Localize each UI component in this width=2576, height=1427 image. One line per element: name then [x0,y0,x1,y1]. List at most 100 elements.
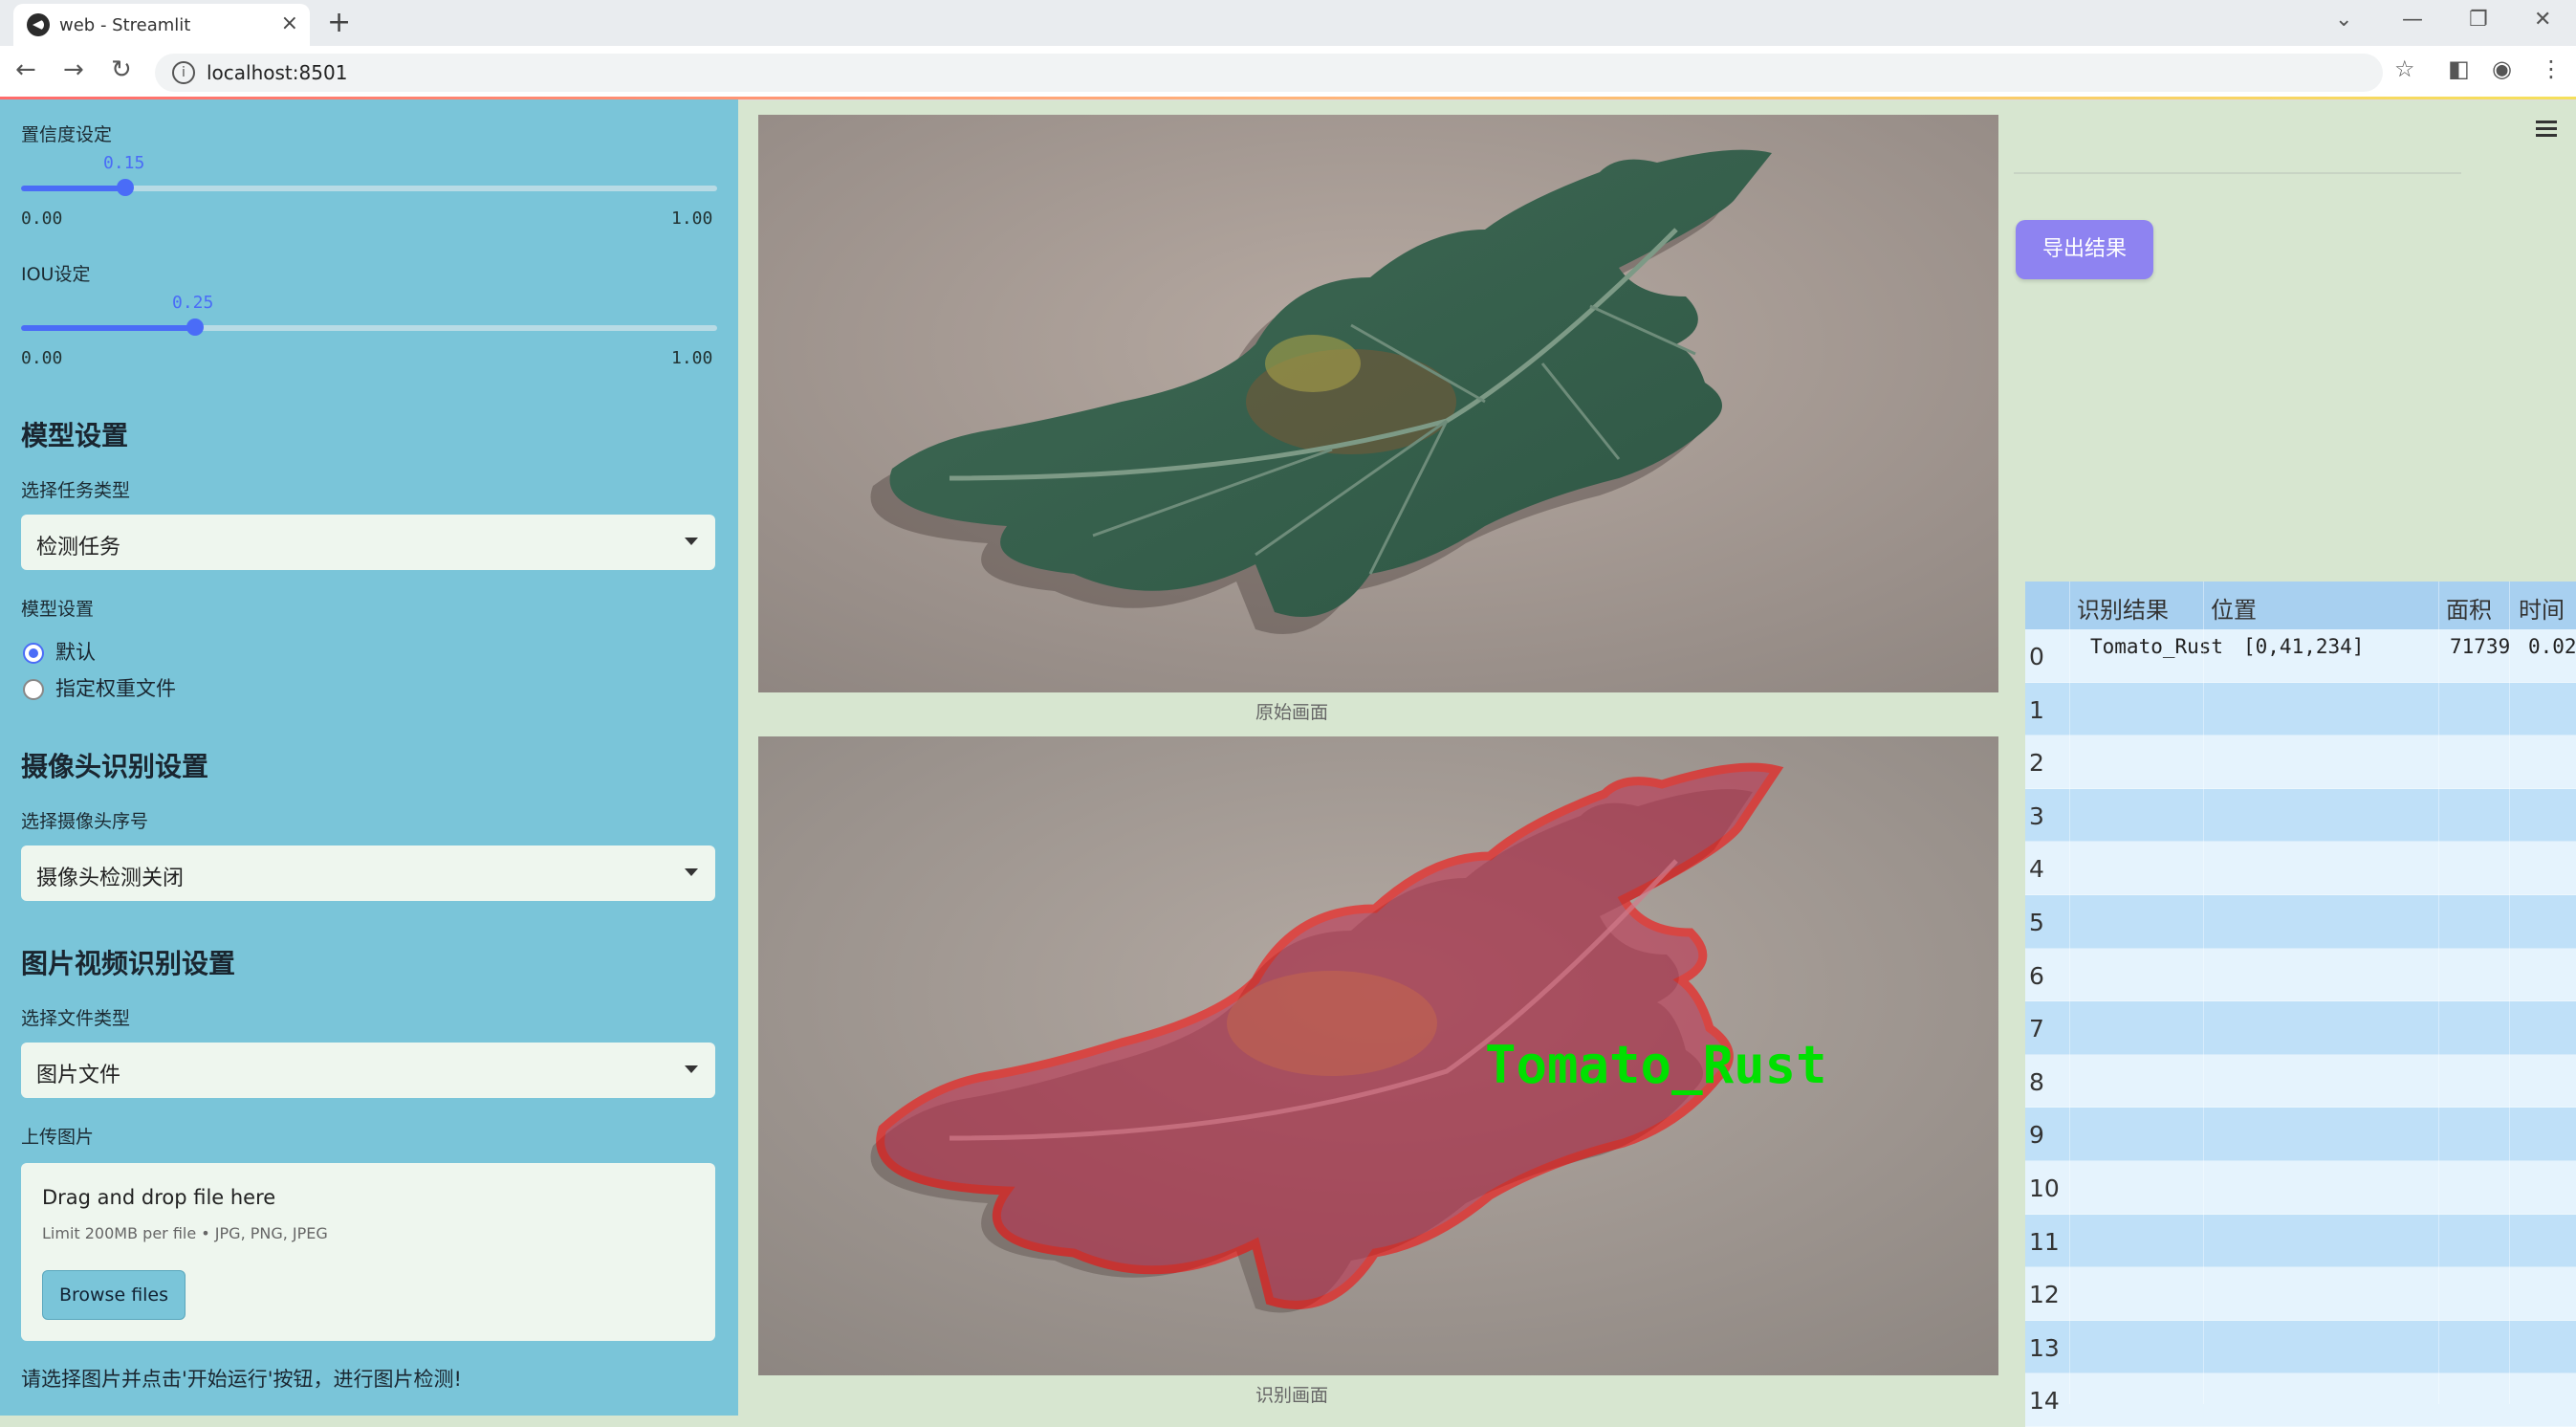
header-area[interactable]: 面积 [2446,591,2492,625]
sidebar: 置信度设定 0.15 0.00 1.00 IOU设定 0.25 0.00 1.0… [0,99,738,1416]
minimize-icon[interactable]: — [2402,8,2423,32]
table-row[interactable]: 8 [2025,1054,2576,1109]
table-row[interactable]: 7 [2025,1001,2576,1055]
header-time[interactable]: 时间 [2519,591,2565,625]
row-index: 10 [2029,1174,2060,1202]
leaf-original-picture [758,115,1998,692]
row-index: 13 [2029,1333,2060,1362]
table-row[interactable]: 5 [2025,894,2576,949]
chevron-down-icon [685,538,698,545]
radio-weight-file[interactable]: 指定权重文件 [23,673,176,702]
file-dropzone[interactable]: Drag and drop file here Limit 200MB per … [21,1163,715,1341]
radio-weight-file-label: 指定权重文件 [55,677,176,700]
row-index: 4 [2029,855,2044,884]
confidence-slider-thumb[interactable] [117,179,135,196]
column-divider [2509,582,2510,1404]
result-image: Tomato_Rust [758,736,1998,1375]
iou-value: 0.25 [172,293,214,313]
side-panel-icon[interactable]: ◧ [2448,55,2470,82]
iou-min: 0.00 [21,348,63,368]
iou-slider-thumb[interactable] [186,318,204,336]
table-row[interactable]: 11 [2025,1214,2576,1268]
table-row[interactable]: 1 [2025,682,2576,736]
back-icon[interactable]: ← [15,55,36,84]
table-row[interactable]: 9 [2025,1108,2576,1161]
table-row[interactable]: 12 [2025,1267,2576,1321]
main-menu-icon[interactable] [2536,121,2557,141]
confidence-slider-fill [21,186,126,191]
media-section-title: 图片视频识别设置 [21,948,236,979]
reload-icon[interactable]: ↻ [111,55,132,84]
profile-icon[interactable]: ◉ [2492,55,2512,82]
table-row[interactable]: 0 Tomato_Rust [0,41,234] 71739 0.02 [2025,629,2576,683]
file-type-select[interactable]: 图片文件 [21,1043,715,1098]
divider [2014,172,2461,174]
table-row[interactable]: 4 [2025,842,2576,895]
radio-default-label: 默认 [55,641,96,664]
radio-selected-icon[interactable] [23,643,44,664]
file-type-value: 图片文件 [36,1064,121,1087]
original-image [758,115,1998,692]
radio-default[interactable]: 默认 [23,637,96,666]
results-table: 识别结果 位置 面积 时间 0 Tomato_Rust [0,41,234] 7173… [2025,582,2576,1427]
column-divider [2438,582,2439,1404]
task-type-label: 选择任务类型 [21,480,131,501]
iou-slider[interactable] [21,318,717,336]
detection-label: Tomato_Rust [1485,1035,1827,1095]
iou-label: IOU设定 [21,264,91,285]
row-index: 0 [2029,643,2044,670]
camera-select[interactable]: 摄像头检测关闭 [21,845,715,901]
confidence-min: 0.00 [21,209,63,229]
row-index: 1 [2029,695,2044,724]
radio-unselected-icon[interactable] [23,679,44,700]
tab-search-icon[interactable]: ⌄ [2335,8,2352,32]
browser-tab[interactable]: web - Streamlit × [13,4,310,46]
row-index: 7 [2029,1015,2044,1043]
restore-icon[interactable]: ❐ [2469,8,2488,32]
row-index: 3 [2029,801,2044,830]
row-index: 2 [2029,749,2044,778]
chevron-down-icon [685,868,698,876]
bookmark-star-icon[interactable]: ☆ [2394,55,2415,82]
table-row[interactable]: 13 [2025,1320,2576,1374]
row-index: 6 [2029,961,2044,990]
iou-slider-fill [21,325,195,331]
confidence-slider[interactable] [21,179,717,196]
browser-menu-icon[interactable]: ⋮ [2540,55,2563,82]
cell-position: [0,41,234] [2243,635,2365,658]
streamlit-favicon-icon [27,13,50,36]
new-tab-icon[interactable]: + [327,6,351,39]
sidebar-hint: 请选择图片并点击'开始运行'按钮，进行图片检测! [21,1368,462,1391]
result-caption: 识别画面 [1255,1385,1328,1406]
table-row[interactable]: 2 [2025,735,2576,789]
table-row[interactable]: 3 [2025,788,2576,843]
header-result[interactable]: 识别结果 [2077,591,2169,625]
row-index: 12 [2029,1281,2060,1309]
tab-title: web - Streamlit [59,15,191,35]
file-type-label: 选择文件类型 [21,1008,131,1029]
site-info-icon[interactable]: i [172,61,195,84]
table-row[interactable]: 6 [2025,948,2576,1002]
url-field[interactable]: i localhost:8501 [155,54,2383,92]
browse-files-button[interactable]: Browse files [42,1270,186,1320]
close-tab-icon[interactable]: × [281,11,298,35]
task-type-value: 检测任务 [36,536,121,560]
dropzone-limit: Limit 200MB per file • JPG, PNG, JPEG [42,1224,328,1242]
header-position[interactable]: 位置 [2211,591,2257,625]
table-header: 识别结果 位置 面积 时间 [2025,582,2576,629]
confidence-max: 1.00 [671,209,713,229]
camera-index-label: 选择摄像头序号 [21,811,149,832]
model-setting-label: 模型设置 [21,599,95,620]
row-index: 14 [2029,1387,2060,1416]
table-row[interactable]: 10 [2025,1160,2576,1215]
forward-icon[interactable]: → [63,55,84,84]
task-type-select[interactable]: 检测任务 [21,515,715,570]
export-results-button[interactable]: 导出结果 [2016,220,2153,279]
window-close-icon[interactable]: ✕ [2534,8,2551,32]
confidence-label: 置信度设定 [21,124,113,145]
original-caption: 原始画面 [1255,702,1328,723]
iou-max: 1.00 [671,348,713,368]
table-row[interactable]: 14 [2025,1373,2576,1427]
column-divider [2069,582,2070,1404]
table-body: 0 Tomato_Rust [0,41,234] 71739 0.02 1 2 3 4 5 6 7 8 9… [2025,629,2576,1427]
